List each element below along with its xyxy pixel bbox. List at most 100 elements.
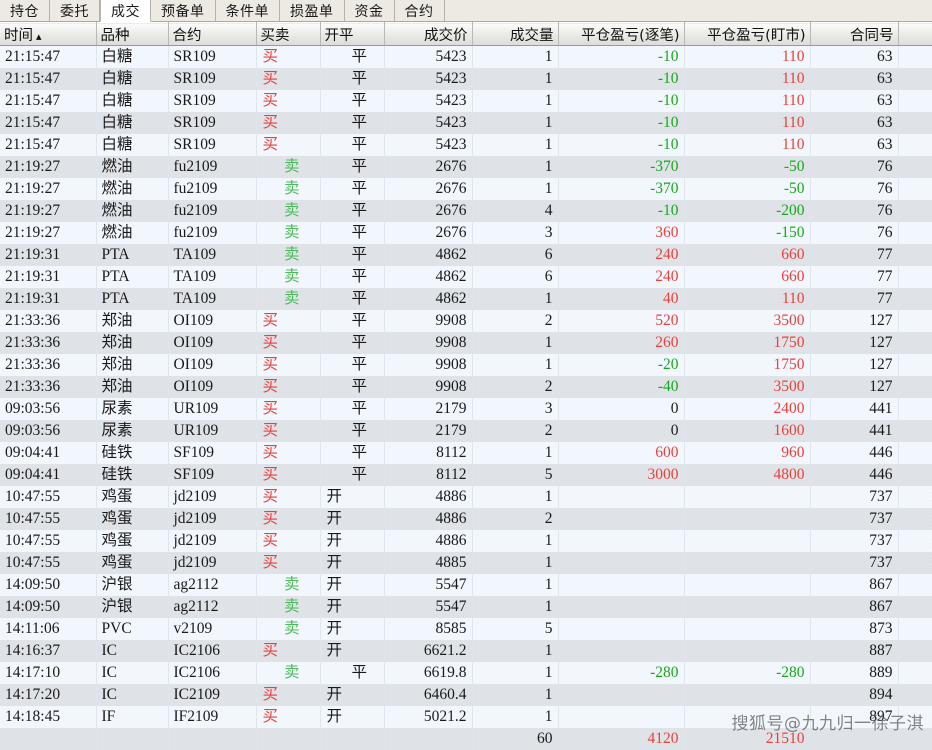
cell-session_no: 387088 (898, 156, 932, 178)
table-row[interactable]: 09:03:56 尿素 UR109 买 平 2179 3 0 2400 441 2804723 (0, 398, 932, 420)
cell-value: 77 (877, 290, 893, 307)
tab-5[interactable]: 损盈单 (280, 0, 345, 21)
cell-value: SF109 (173, 466, 215, 483)
table-row[interactable]: 21:33:36 郑油 OI109 买 平 9908 2 520 3500 127 871536 (0, 310, 932, 332)
column-header-bs[interactable]: 买卖 (256, 22, 321, 46)
table-row[interactable]: 14:09:50 沪银 ag2112 卖 开 5547 1 867 3956739 (0, 574, 932, 596)
cell-value: 1 (544, 70, 553, 87)
tab-6[interactable]: 资金 (344, 0, 395, 21)
cell-bs: 买 (256, 398, 321, 420)
cell-value: 2676 (435, 224, 467, 241)
cell-volume: 1 (472, 178, 559, 200)
table-row[interactable]: 14:16:37 IC IC2106 买 开 6621.2 1 887 326513 (0, 640, 932, 662)
table-row[interactable]: 14:17:10 IC IC2106 卖 平 6619.8 1 -280 -280 889 3274… (0, 662, 932, 684)
table-row[interactable]: 10:47:55 鸡蛋 jd2109 买 开 4885 1 737 12499390 (0, 552, 932, 574)
column-header-pnl_tick[interactable]: 平仓盈亏(逐笔) (558, 22, 685, 46)
table-row[interactable]: 21:19:27 燃油 fu2109 卖 平 2676 4 -10 -200 76 387086 (0, 200, 932, 222)
table-header-row: 时间▴品种合约买卖开平成交价成交量平仓盈亏(逐笔) 平仓盈亏(盯市)合同号主场号 (0, 22, 932, 46)
table-row[interactable]: 14:11:06 PVC v2109 卖 开 8585 5 873 13211732 (0, 618, 932, 640)
tab-4[interactable]: 条件单 (215, 0, 280, 21)
cell-pnl_tick: -280 (558, 662, 685, 684)
table-row[interactable]: 09:04:41 硅铁 SF109 买 平 8112 5 3000 4800 446 2846363 (0, 464, 932, 486)
cell-pnl_mark: 110 (684, 134, 811, 156)
table-row[interactable]: 21:15:47 白糖 SR109 买 平 5423 1 -10 110 63 514463 (0, 112, 932, 134)
cell-value: 21:19:27 (5, 158, 61, 175)
tab-1[interactable]: 委托 (50, 0, 100, 21)
table-row[interactable]: 21:33:36 郑油 OI109 买 平 9908 2 -40 3500 127 871533 (0, 376, 932, 398)
cell-pnl_mark (684, 530, 811, 552)
cell-session_no: 2846364 (898, 442, 932, 464)
column-header-session_no[interactable]: 主场号 (898, 22, 932, 46)
table-row[interactable]: 10:47:55 鸡蛋 jd2109 买 开 4886 2 737 12499392 (0, 508, 932, 530)
table-row[interactable]: 21:19:31 PTA TA109 卖 平 4862 6 240 660 77 577615 (0, 266, 932, 288)
table-row[interactable]: 14:18:45 IF IF2109 买 开 5021.2 1 897 329667 (0, 706, 932, 728)
table-row[interactable]: 21:19:31 PTA TA109 卖 平 4862 1 40 110 77 577608 (0, 288, 932, 310)
column-header-pnl_mark[interactable]: 平仓盈亏(盯市) (684, 22, 811, 46)
column-header-price[interactable]: 成交价 (384, 22, 473, 46)
cell-volume: 1 (472, 112, 559, 134)
cell-value: 郑油 (101, 312, 133, 329)
table-row[interactable]: 21:19:27 燃油 fu2109 卖 平 2676 3 360 -150 76 387085 (0, 222, 932, 244)
cell-value: 960 (781, 444, 805, 461)
column-header-kp[interactable]: 开平 (320, 22, 385, 46)
cell-pnl_mark: 960 (684, 442, 811, 464)
table-row[interactable]: 14:09:50 沪银 ag2112 卖 开 5547 1 867 3956738 (0, 596, 932, 618)
table-row[interactable]: 14:17:20 IC IC2109 买 开 6460.4 1 894 327592 (0, 684, 932, 706)
table-row[interactable]: 21:19:27 燃油 fu2109 卖 平 2676 1 -370 -50 76 387088 (0, 156, 932, 178)
cell-pnl_tick: -10 (558, 90, 685, 112)
column-header-time[interactable]: 时间 ▴ (0, 22, 97, 46)
close-position-indicator: 平 (351, 136, 368, 153)
cell-order_no: 446 (810, 464, 899, 486)
cell-order_no: 127 (810, 310, 899, 332)
table-row[interactable]: 21:33:36 郑油 OI109 买 平 9908 1 260 1750 127 871535 (0, 332, 932, 354)
cell-kp: 平 (320, 244, 385, 266)
cell-value: 白糖 (101, 92, 133, 109)
table-row[interactable]: 21:19:27 燃油 fu2109 卖 平 2676 1 -370 -50 76 387087 (0, 178, 932, 200)
cell-session_no: 12499391 (898, 530, 932, 552)
cell-value: TA109 (173, 290, 217, 307)
table-row[interactable]: 21:19:31 PTA TA109 卖 平 4862 6 240 660 77 577618 (0, 244, 932, 266)
cell-value: 240 (655, 268, 679, 285)
table-row[interactable]: 21:33:36 郑油 OI109 买 平 9908 1 -20 1750 127 871534 (0, 354, 932, 376)
cell-pnl_tick: 260 (558, 332, 685, 354)
table-row[interactable]: 10:47:55 鸡蛋 jd2109 买 开 4886 1 737 12499391 (0, 530, 932, 552)
cell-order_no: 63 (810, 134, 899, 156)
table-row[interactable]: 09:04:41 硅铁 SF109 买 平 8112 1 600 960 446 2846364 (0, 442, 932, 464)
cell-bs: 卖 (256, 156, 321, 178)
cell-value: 1 (544, 444, 553, 461)
cell-value: 2179 (435, 400, 467, 417)
cell-variety: 鸡蛋 (96, 508, 169, 530)
table-row[interactable]: 10:47:55 鸡蛋 jd2109 买 开 4886 1 737 12499393 (0, 486, 932, 508)
table-row[interactable]: 21:15:47 白糖 SR109 买 平 5423 1 -10 110 63 514469 (0, 45, 932, 68)
cell-value: 2 (544, 312, 553, 329)
cell-price: 6619.8 (384, 662, 473, 684)
table-row[interactable]: 21:15:47 白糖 SR109 买 平 5423 1 -10 110 63 514461 (0, 134, 932, 156)
column-header-variety[interactable]: 品种 (96, 22, 169, 46)
cell-volume: 4 (472, 200, 559, 222)
column-header-volume[interactable]: 成交量 (472, 22, 559, 46)
column-header-label: 平仓盈亏(盯市) (707, 27, 806, 44)
table-row[interactable]: 09:03:56 尿素 UR109 买 平 2179 2 0 1600 441 2804721 (0, 420, 932, 442)
cell-value: jd2109 (173, 510, 217, 527)
table-row[interactable]: 21:15:47 白糖 SR109 买 平 5423 1 -10 110 63 514465 (0, 90, 932, 112)
tab-bar-filler (444, 0, 932, 21)
cell-value: 鸡蛋 (101, 554, 133, 571)
cell-price: 6621.2 (384, 640, 473, 662)
cell-session_no: 514465 (898, 90, 932, 112)
cell-value: 3000 (647, 466, 679, 483)
close-position-indicator: 平 (351, 290, 368, 307)
cell-value: 660 (781, 246, 805, 263)
tab-2[interactable]: 成交 (100, 0, 151, 22)
cell-value: -20 (657, 356, 679, 373)
tab-0[interactable]: 持仓 (0, 0, 50, 21)
cell-value: 737 (869, 510, 893, 527)
tab-3[interactable]: 预备单 (151, 0, 216, 21)
cell-pnl_mark (684, 640, 811, 662)
tab-7[interactable]: 合约 (394, 0, 445, 21)
table-total-row[interactable]: 60 4120 21510 (0, 728, 932, 750)
column-header-contract[interactable]: 合约 (168, 22, 257, 46)
column-header-order_no[interactable]: 合同号 (810, 22, 899, 46)
table-row[interactable]: 21:15:47 白糖 SR109 买 平 5423 1 -10 110 63 514467 (0, 68, 932, 90)
cell-pnl_tick: -10 (558, 200, 685, 222)
cell-value: 8112 (436, 444, 467, 461)
